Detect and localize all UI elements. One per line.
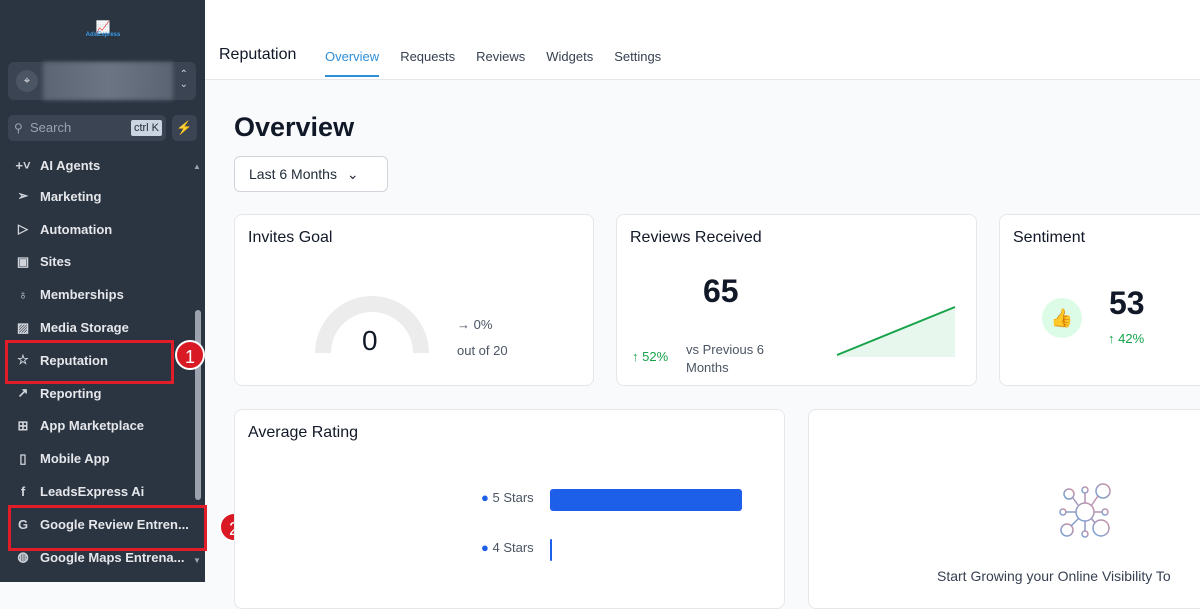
average-rating-card: Average Rating ● 5 Stars ● 4 Stars	[234, 409, 785, 609]
card-title: Sentiment	[1013, 229, 1086, 246]
reviews-value: 65	[703, 273, 739, 309]
scroll-thumb[interactable]	[195, 310, 201, 500]
empty-state-card: Start Growing your Online Visibility To	[808, 409, 1200, 609]
card-title: Average Rating	[248, 424, 358, 441]
section-title: Reputation	[219, 46, 297, 63]
page-title: Overview	[234, 112, 355, 142]
sidebar-item-mobile-app[interactable]: ▯ Mobile App	[0, 442, 190, 475]
rating-bar	[550, 489, 743, 511]
chevron-updown-icon: ⌃ ⌄	[179, 69, 188, 90]
play-circle-icon: ▷	[18, 221, 28, 237]
sidebar-item-label: AI Agents	[40, 157, 101, 173]
sidebar-item-label: Reporting	[40, 385, 102, 401]
tab-requests[interactable]: Requests	[400, 49, 455, 77]
invites-goal: out of 20	[457, 343, 508, 358]
network-icon	[1059, 483, 1111, 538]
sidebar-item-memberships[interactable]: ♁ Memberships	[0, 278, 190, 311]
annotation-badge-1: 1	[175, 340, 205, 370]
sidebar-item-app-marketplace[interactable]: ⊞ App Marketplace	[0, 410, 190, 443]
sidebar-item-label: App Marketplace	[40, 418, 145, 434]
sidebar-item-label: Google Maps Entrena...	[40, 549, 185, 565]
sidebar-item-label: Automation	[40, 221, 113, 237]
award-icon: ♁	[18, 287, 28, 303]
invites-change: → 0%	[457, 317, 493, 332]
phone-icon: ▯	[19, 450, 27, 466]
facebook-icon: f	[20, 484, 26, 500]
reviews-change: ↑ 52%	[632, 349, 669, 364]
send-icon: ➢	[17, 188, 29, 204]
chevron-down-icon: ⌄	[346, 166, 359, 182]
search-icon: ⚲	[14, 121, 23, 135]
sidebar-item-label: Mobile App	[40, 451, 110, 467]
sidebar-item-label: Memberships	[40, 287, 124, 303]
logo: 📈 AdsExpress	[85, 20, 121, 38]
location-icon: ⌖	[16, 70, 38, 92]
sidebar-item-sites[interactable]: ▣ Sites	[0, 246, 190, 279]
reviews-received-card: Reviews Received 65 ↑ 52% vs Previous 6 …	[616, 214, 977, 386]
card-title: Invites Goal	[248, 229, 333, 246]
sidebar-item-label: Sites	[40, 254, 72, 270]
image-icon: ▨	[16, 319, 30, 335]
trend-sparkline	[836, 306, 956, 357]
sidebar-item-label: LeadsExpress Ai	[40, 484, 145, 500]
thumbs-up-icon: 👍	[1042, 298, 1082, 338]
sentiment-value: 53	[1109, 285, 1145, 321]
shortcut-hint: ctrl K	[130, 120, 162, 136]
sentiment-change: ↑ 42%	[1108, 331, 1145, 346]
rating-label: ● 5 Stars	[481, 490, 534, 505]
scroll-up-icon[interactable]: ▲	[193, 162, 201, 171]
rating-bar	[550, 539, 552, 561]
sentiment-card: Sentiment 👍 53 ↑ 42%	[999, 214, 1200, 386]
tab-reviews[interactable]: Reviews	[476, 49, 525, 77]
top-bar: Reputation Overview Requests Reviews Widget…	[205, 0, 1200, 80]
scroll-down-icon[interactable]: ▼	[193, 556, 201, 565]
sidebar-item-leadsexpress-ai[interactable]: f LeadsExpress Ai	[0, 475, 190, 508]
annotation-box-google-review	[8, 505, 207, 551]
trend-icon: ↗	[17, 385, 29, 401]
invites-value: 0	[362, 325, 378, 356]
annotation-box-reputation	[5, 340, 174, 384]
sidebar-item-ai-agents[interactable]: +˅ AI Agents	[0, 150, 190, 180]
grid-icon: ⊞	[17, 417, 29, 433]
account-switcher[interactable]: ⌖ ⌃ ⌄	[8, 62, 196, 100]
sidebar-item-automation[interactable]: ▷ Automation	[0, 213, 190, 246]
rating-label: ● 4 Stars	[481, 540, 534, 555]
quick-action-button[interactable]: ⚡	[172, 115, 197, 141]
date-range-dropdown[interactable]: Last 6 Months ⌄	[234, 156, 388, 192]
sidebar-item-label: Marketing	[40, 188, 102, 204]
sidebar-item-label: Media Storage	[40, 320, 129, 336]
sidebar-item-marketing[interactable]: ➢ Marketing	[0, 180, 190, 213]
tab-overview[interactable]: Overview	[325, 49, 379, 77]
tab-settings[interactable]: Settings	[614, 49, 661, 77]
card-title: Reviews Received	[630, 229, 762, 246]
browser-icon: ▣	[16, 253, 30, 269]
search-input[interactable]: ⚲ Search ctrl K	[8, 115, 166, 141]
reviews-compare: vs Previous 6 Months	[686, 342, 765, 375]
invites-goal-card: Invites Goal 0 → 0% out of 20	[234, 214, 594, 386]
sidebar: 📈 AdsExpress ⌖ ⌃ ⌄ ⚲ Search ctrl K ⚡ +˅ AI Ag…	[0, 0, 205, 582]
sparkle-icon: +˅	[15, 157, 31, 173]
tab-widgets[interactable]: Widgets	[546, 49, 593, 77]
account-name-blurred	[43, 62, 173, 100]
globe-icon: ◍	[17, 549, 29, 565]
